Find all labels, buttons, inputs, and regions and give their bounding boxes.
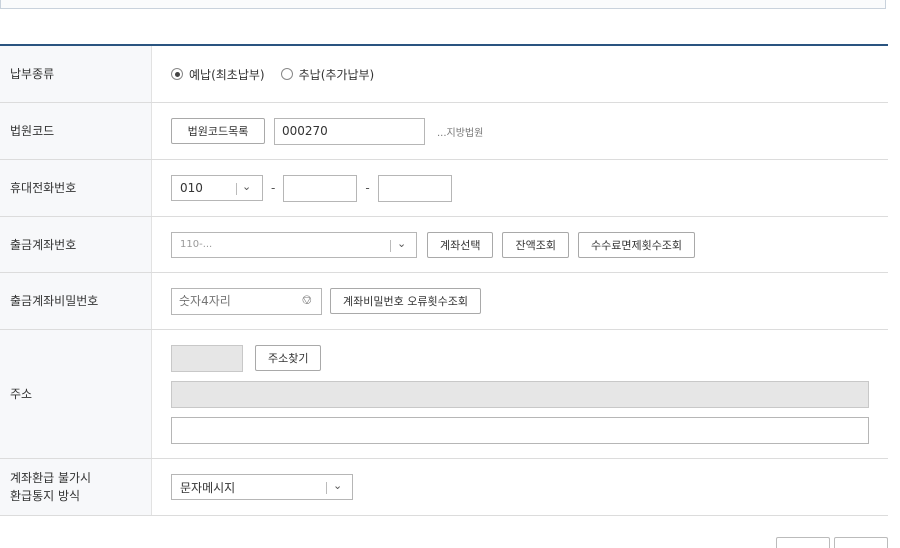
chevron-down-icon: ⌄ <box>397 236 407 250</box>
select-divider <box>236 183 237 195</box>
address-line2-input[interactable] <box>171 416 869 444</box>
mobile-dash-2: - <box>365 181 370 195</box>
account-label: 출금계좌번호 <box>0 217 152 272</box>
account-select-button[interactable]: 계좌선택 <box>427 231 494 258</box>
chevron-down-icon: ⌄ <box>242 180 252 193</box>
refund-notice-label-line2: 환급통지 방식 <box>10 489 81 503</box>
bottom-button-2[interactable] <box>834 537 888 548</box>
court-name-text: ...지방법원 <box>437 127 484 139</box>
radio-additional-pay-label: 추납(추가납부) <box>298 67 375 82</box>
payment-type-label: 납부종류 <box>0 46 152 102</box>
row-account: 출금계좌번호 110-... ⌄ 계좌선택 잔액조회 수수료면제횟수조회 <box>0 217 888 273</box>
mouse-icon[interactable]: ⎊ <box>302 293 312 308</box>
refund-notice-select[interactable]: 문자메시지 ⌄ <box>171 474 353 500</box>
radio-unchecked-icon <box>280 68 293 80</box>
select-divider <box>326 482 327 494</box>
mobile-label: 휴대전화번호 <box>0 160 152 216</box>
account-select[interactable]: 110-... ⌄ <box>171 231 417 258</box>
address-line1-input <box>171 380 869 408</box>
radio-checked-icon <box>171 68 183 80</box>
address-search-button[interactable]: 주소찾기 <box>255 345 322 371</box>
radio-prepay-label: 예납(최초납부) <box>189 67 265 82</box>
chevron-down-icon: ⌄ <box>333 479 343 492</box>
balance-inquiry-button[interactable]: 잔액조회 <box>502 231 569 258</box>
refund-notice-label: 계좌환급 불가시 환급통지 방식 <box>0 459 152 515</box>
address-label: 주소 <box>0 330 152 458</box>
refund-notice-label-line1: 계좌환급 불가시 <box>10 471 92 485</box>
password-field-wrap: ⎊ <box>171 287 322 315</box>
account-password-input[interactable] <box>171 287 322 315</box>
row-mobile: 휴대전화번호 010 ⌄ - - <box>0 160 888 217</box>
account-value: 110-... <box>180 239 213 250</box>
row-refund-notice: 계좌환급 불가시 환급통지 방식 문자메시지 ⌄ <box>0 459 888 516</box>
account-password-label: 출금계좌비밀번호 <box>0 273 152 329</box>
mobile-last-input[interactable] <box>377 174 452 202</box>
row-address: 주소 주소찾기 <box>0 330 888 459</box>
court-code-list-button[interactable]: 법원코드목록 <box>171 118 265 144</box>
mobile-prefix-select[interactable]: 010 ⌄ <box>171 175 263 201</box>
payment-form: 납부종류 예납(최초납부) 추납(추가납부) 법원코드 법원코드목록 ...지방… <box>0 44 888 516</box>
mobile-dash-1: - <box>271 181 276 195</box>
refund-notice-value: 문자메시지 <box>180 480 236 495</box>
radio-prepay[interactable]: 예납(최초납부) <box>171 66 265 83</box>
row-court-code: 법원코드 법원코드목록 ...지방법원 <box>0 103 888 160</box>
bottom-button-1[interactable] <box>776 537 830 548</box>
password-error-count-button[interactable]: 계좌비밀번호 오류횟수조회 <box>330 288 481 314</box>
row-payment-type: 납부종류 예납(최초납부) 추납(추가납부) <box>0 46 888 103</box>
select-divider <box>390 239 391 252</box>
court-code-label: 법원코드 <box>0 103 152 159</box>
mobile-prefix-value: 010 <box>180 181 203 195</box>
postcode-input <box>171 344 243 372</box>
top-panel <box>0 0 886 9</box>
mobile-middle-input[interactable] <box>283 174 358 202</box>
radio-additional-pay[interactable]: 추납(추가납부) <box>280 66 375 83</box>
court-code-input[interactable] <box>274 117 425 145</box>
fee-exemption-inquiry-button[interactable]: 수수료면제횟수조회 <box>577 231 696 258</box>
row-account-password: 출금계좌비밀번호 ⎊ 계좌비밀번호 오류횟수조회 <box>0 273 888 330</box>
